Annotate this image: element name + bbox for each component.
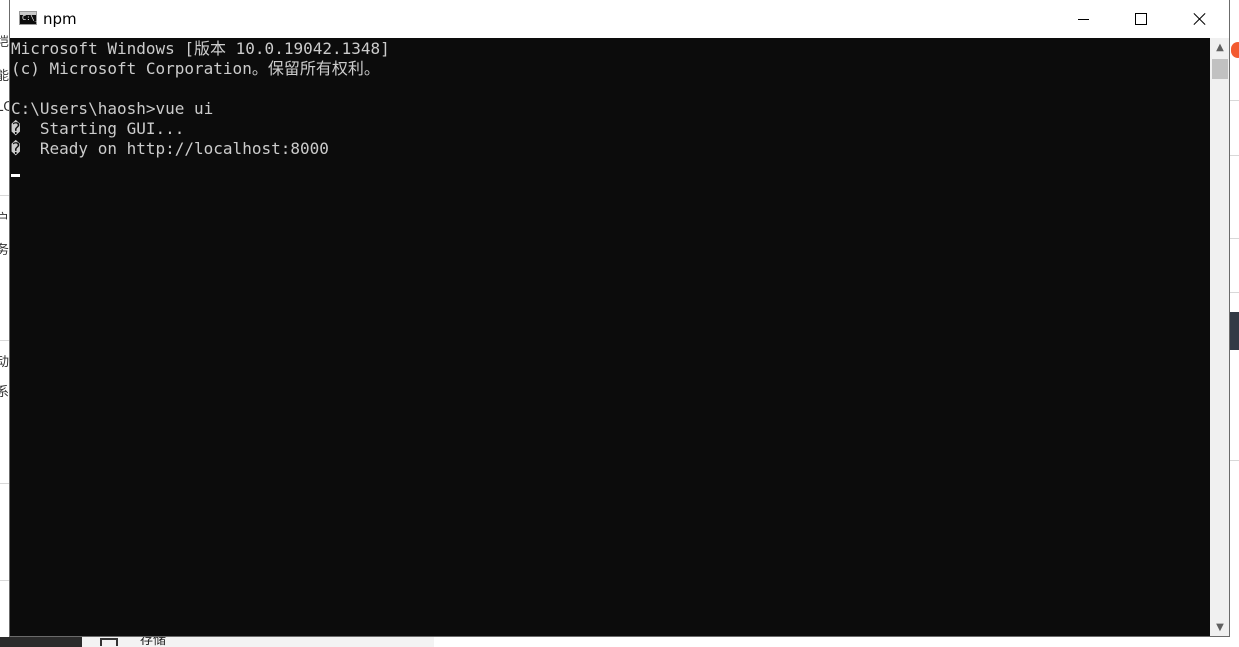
background-window-bottom: 存储 [0, 637, 1239, 647]
maximize-button[interactable] [1112, 0, 1170, 38]
divider [1230, 155, 1239, 156]
divider [0, 580, 9, 581]
background-dark-block [1230, 312, 1239, 350]
icon-label: C:\_ [22, 14, 39, 22]
bg-glyph: LC [0, 100, 9, 115]
console-line: (c) Microsoft Corporation。保留所有权利。 [11, 59, 380, 78]
background-label: 存储 [140, 637, 167, 647]
window-title: npm [43, 10, 77, 28]
badge-icon [1231, 42, 1239, 58]
console-app-icon[interactable]: C:\_ [19, 11, 39, 25]
scroll-thumb[interactable] [1212, 59, 1228, 79]
monitor-icon [100, 638, 118, 646]
divider [0, 340, 9, 341]
minimize-button[interactable] [1054, 0, 1112, 38]
minimize-icon [1077, 18, 1089, 20]
bg-glyph: 动 [0, 355, 9, 370]
bg-glyph: 户 [0, 212, 9, 227]
maximize-icon [1135, 13, 1147, 25]
divider [1230, 460, 1239, 461]
divider [1230, 238, 1239, 239]
console-line: � Ready on http://localhost:8000 [11, 139, 329, 158]
divider [0, 195, 9, 196]
divider [1230, 292, 1239, 293]
console-line: Microsoft Windows [版本 10.0.19042.1348] [11, 39, 390, 58]
background-window-left: 垲 能 LC 户 务 动 系 [0, 0, 9, 647]
background-dark-block [0, 637, 82, 647]
scroll-down-button[interactable]: ▼ [1210, 618, 1229, 636]
background-panel [82, 637, 434, 647]
close-button[interactable] [1171, 0, 1229, 38]
bg-glyph: 系 [0, 385, 9, 400]
console-line: � Starting GUI... [11, 119, 185, 138]
divider [0, 483, 9, 484]
close-icon [1193, 12, 1207, 26]
bg-glyph: 能 [0, 69, 9, 84]
bg-glyph: 垲 [0, 35, 9, 50]
bg-glyph: 务 [0, 243, 9, 258]
text-cursor [11, 174, 20, 177]
console-window: C:\_ npm Microsoft Windows [版本 10.0.1904… [9, 0, 1230, 637]
background-window-right [1230, 0, 1239, 647]
title-bar[interactable]: C:\_ npm [10, 0, 1229, 38]
console-line: C:\Users\haosh>vue ui [11, 99, 214, 118]
console-output[interactable]: Microsoft Windows [版本 10.0.19042.1348] (… [10, 38, 1210, 636]
divider [1230, 100, 1239, 101]
scroll-up-button[interactable]: ▲ [1210, 38, 1229, 56]
vertical-scrollbar[interactable]: ▲ ▼ [1210, 38, 1229, 636]
